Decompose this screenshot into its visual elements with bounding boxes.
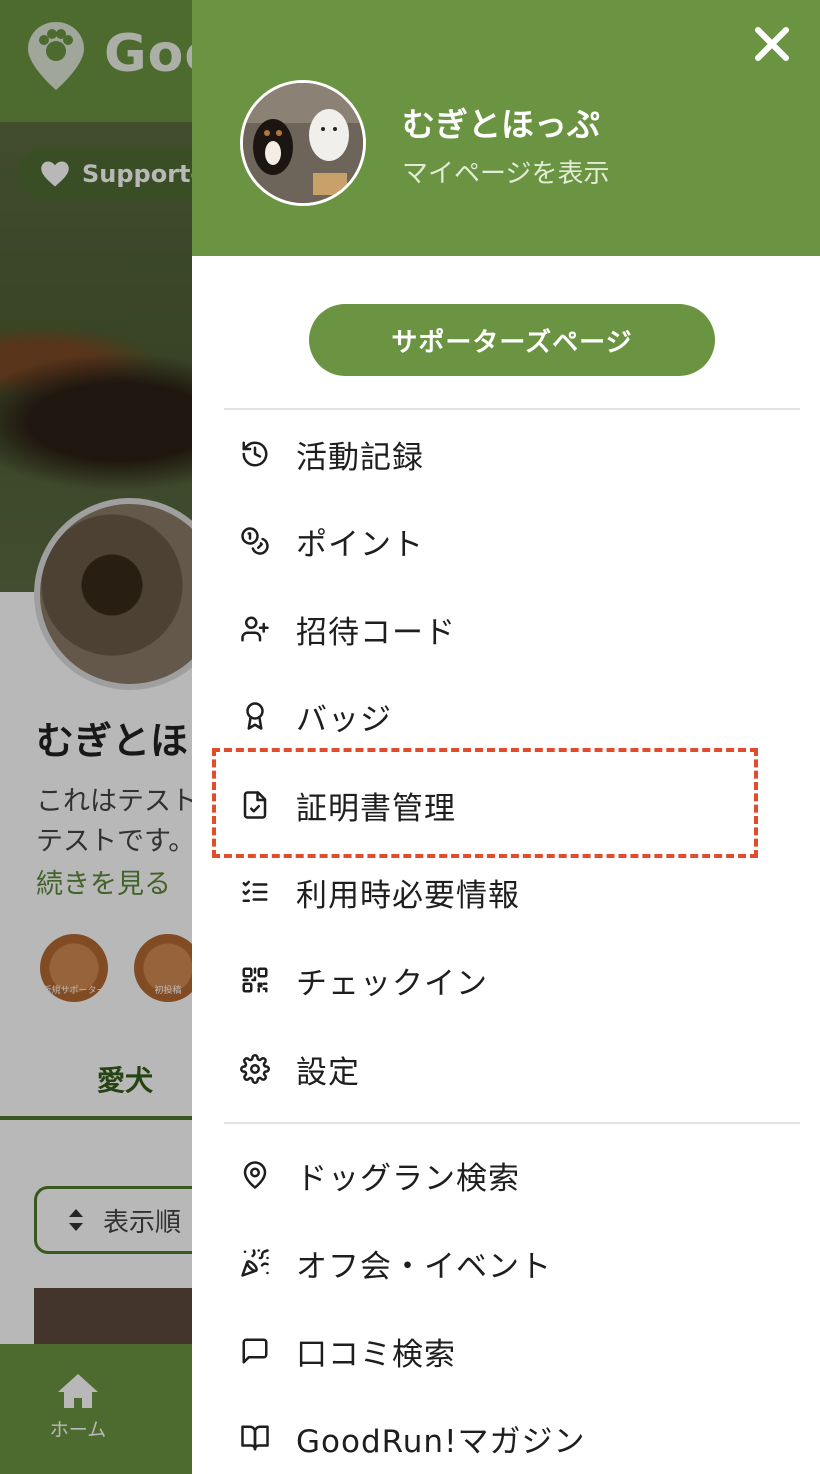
menu-item-label: 口コミ検索: [296, 1336, 456, 1373]
menu-item-certificates[interactable]: 証明書管理: [224, 770, 784, 840]
qrcode-icon: [242, 967, 268, 993]
view-mypage-link[interactable]: マイページを表示: [402, 153, 609, 190]
menu-item-label: ポイント: [296, 526, 424, 563]
coins-icon: [241, 527, 269, 555]
user-name[interactable]: むぎとほっぷ: [402, 98, 600, 146]
menu-item-activity-log[interactable]: 活動記録: [224, 419, 784, 489]
award-icon: [246, 702, 264, 730]
supporters-page-button[interactable]: サポーターズページ: [309, 304, 715, 376]
user-plus-icon: [241, 616, 269, 642]
menu-item-label: チェックイン: [296, 965, 488, 1002]
drawer-header: むぎとほっぷ マイページを表示: [192, 0, 820, 256]
book-open-icon: [241, 1425, 269, 1451]
menu-item-events[interactable]: オフ会・イベント: [224, 1228, 784, 1298]
menu-item-magazine[interactable]: GoodRun!マガジン: [224, 1403, 784, 1473]
menu-item-badges[interactable]: バッジ: [224, 681, 784, 751]
menu-item-settings[interactable]: 設定: [224, 1034, 784, 1104]
history-icon: [242, 441, 268, 467]
side-drawer: むぎとほっぷ マイページを表示 サポーターズページ 活動記録 ポイント 招待コー…: [192, 0, 820, 1474]
menu-item-label: GoodRun!マガジン: [296, 1423, 586, 1460]
user-avatar[interactable]: [240, 80, 366, 206]
close-icon[interactable]: [750, 22, 794, 66]
menu-item-points[interactable]: ポイント: [224, 506, 784, 576]
menu-item-label: 設定: [296, 1054, 360, 1091]
menu-item-label: 証明書管理: [296, 790, 456, 827]
menu-divider: [224, 1122, 800, 1124]
menu-item-usage-info[interactable]: 利用時必要情報: [224, 857, 784, 927]
menu-item-invite-code[interactable]: 招待コード: [224, 594, 784, 664]
menu-item-label: オフ会・イベント: [296, 1248, 552, 1285]
menu-item-label: ドッグラン検索: [296, 1160, 520, 1197]
menu-item-dogrun-search[interactable]: ドッグラン検索: [224, 1140, 784, 1210]
party-popper-icon: [241, 1249, 269, 1277]
menu-item-label: 活動記録: [296, 439, 424, 476]
avatar-photo: [243, 83, 363, 203]
file-check-icon: [243, 791, 267, 819]
gear-icon: [240, 1054, 270, 1084]
menu-divider: [224, 408, 800, 410]
menu-item-label: 招待コード: [296, 614, 456, 651]
list-check-icon: [242, 880, 268, 902]
message-square-icon: [242, 1338, 268, 1364]
menu-item-label: バッジ: [296, 701, 392, 738]
menu-item-label: 利用時必要情報: [296, 877, 520, 914]
menu-item-checkin[interactable]: チェックイン: [224, 945, 784, 1015]
map-pin-icon: [243, 1161, 267, 1189]
menu-item-review-search[interactable]: 口コミ検索: [224, 1316, 784, 1386]
